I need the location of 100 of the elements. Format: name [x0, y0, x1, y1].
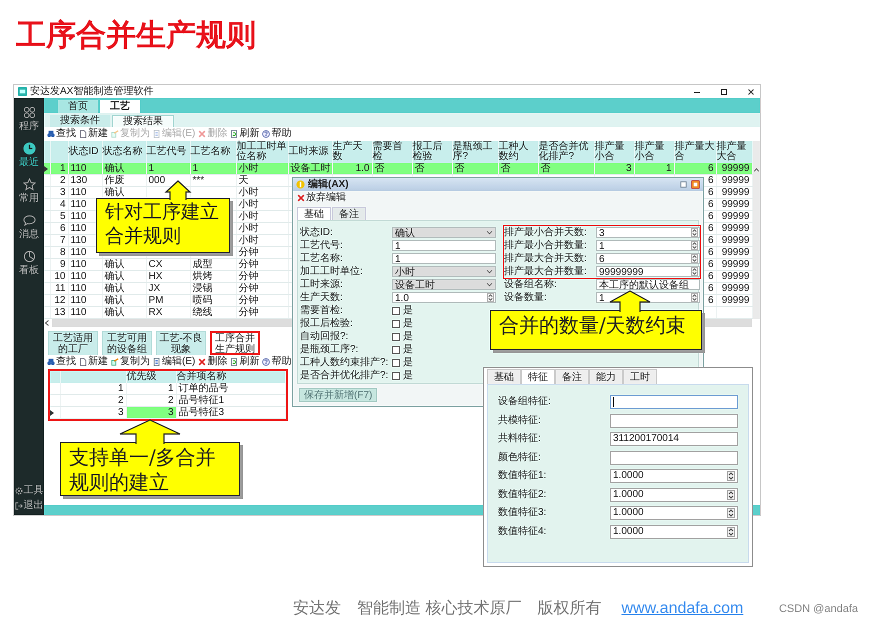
sidebar-item[interactable]: 最近: [19, 142, 39, 169]
table-cell: 否: [414, 163, 424, 174]
row-number: 4: [60, 199, 66, 210]
scroll-up-icon[interactable]: [752, 167, 760, 173]
checkbox[interactable]: [392, 306, 400, 314]
dropdown[interactable]: 确认: [392, 227, 496, 238]
tab[interactable]: 备注: [555, 369, 589, 384]
sidebar-item[interactable]: 退出: [14, 500, 44, 512]
row-number: 3: [118, 407, 124, 418]
field-label: 工种人数约束排产?:: [300, 356, 390, 368]
tab[interactable]: 基础: [297, 207, 331, 220]
toolbar-button[interactable]: 帮助: [262, 356, 292, 368]
sidebar-item[interactable]: 程序: [19, 106, 39, 133]
table-cell: 绕线: [192, 307, 212, 318]
help-icon: [262, 130, 270, 138]
toolbar-button[interactable]: 刷新: [230, 128, 260, 140]
input-field[interactable]: [610, 450, 738, 465]
column-header: 合并项名称: [176, 371, 226, 382]
table-cell: 6: [708, 175, 714, 186]
spin-field[interactable]: 1.0000: [610, 506, 738, 520]
field-label: 排产最大合并天数:: [504, 252, 588, 264]
table-cell: 小时: [238, 199, 258, 210]
dialog-title: 编辑(AX): [308, 178, 349, 190]
spin-field[interactable]: 6: [596, 253, 700, 264]
input-field[interactable]: 311200170014: [610, 432, 738, 446]
spin-field[interactable]: 1.0000: [610, 469, 738, 484]
table-cell: 6: [708, 271, 714, 282]
checkbox[interactable]: [392, 372, 400, 380]
spin-field[interactable]: 1.0000: [610, 524, 738, 539]
spin-field[interactable]: 1.0000: [610, 488, 738, 502]
checkbox-label: 是: [403, 356, 413, 368]
toolbar-button[interactable]: 查找: [47, 356, 76, 368]
tab[interactable]: 基础: [487, 369, 521, 384]
row-number: 10: [54, 271, 66, 282]
dropdown[interactable]: 设备工时: [392, 279, 496, 290]
help-icon: [262, 358, 270, 366]
checkbox[interactable]: [392, 358, 400, 366]
tab[interactable]: 首页: [58, 100, 98, 113]
row-number: 6: [60, 223, 66, 234]
toolbar-button[interactable]: 编辑(E): [153, 356, 196, 368]
input-field[interactable]: 1: [392, 253, 496, 264]
scroll-left-icon[interactable]: [44, 319, 52, 327]
table-row[interactable]: 1 1 订单的品号: [50, 383, 286, 394]
input-field[interactable]: 1: [392, 240, 496, 251]
copyright-text: 版权所有: [537, 599, 602, 619]
toolbar-button[interactable]: 查找: [47, 128, 76, 140]
tab[interactable]: 工时: [623, 369, 657, 384]
spin-field[interactable]: 1: [596, 240, 700, 251]
table-cell: 99999: [722, 259, 750, 270]
toolbar-button[interactable]: 帮助: [262, 128, 292, 140]
spin-field[interactable]: 1.0: [392, 292, 496, 303]
gear-icon: [14, 487, 22, 495]
sidebar-item[interactable]: 看板: [19, 250, 39, 277]
tab[interactable]: 搜索结果: [112, 115, 174, 127]
table-cell: 小时: [238, 223, 258, 234]
tab[interactable]: 备注: [332, 207, 366, 220]
field-label: 排产最小合并天数:: [504, 226, 588, 238]
sidebar-item[interactable]: 消息: [19, 214, 39, 241]
table-cell: 否: [374, 163, 384, 174]
input-field[interactable]: [610, 395, 738, 410]
tab[interactable]: 工艺可用的设备组: [102, 331, 152, 355]
tab[interactable]: 能力: [589, 369, 623, 384]
close-icon[interactable]: [746, 86, 756, 96]
table-row[interactable]: 3 3 品号特征3: [50, 406, 286, 418]
checkbox-label: 是: [403, 318, 413, 330]
restore-icon[interactable]: [679, 180, 688, 189]
sidebar-item[interactable]: 工具: [14, 485, 44, 497]
toolbar-button[interactable]: 刷新: [230, 356, 260, 368]
document-icon: [79, 358, 87, 366]
maximize-icon[interactable]: [719, 86, 729, 96]
edit-icon: [153, 130, 161, 138]
input-field[interactable]: 本工序的默认设备组: [596, 279, 700, 290]
tab[interactable]: 工序合并生产规则: [210, 331, 260, 355]
spin-field[interactable]: 99999999: [596, 266, 700, 277]
table-row[interactable]: 1 110 确认 1 1 小时 设备工时 1.0 否 否 否 否 否 3 1 6 99999: [44, 163, 752, 174]
input-field[interactable]: [610, 414, 738, 428]
table-cell: 1.0: [356, 163, 370, 174]
tab[interactable]: 工艺-不良现象: [156, 331, 206, 355]
sidebar-item[interactable]: 常用: [19, 178, 39, 205]
tab[interactable]: 工艺: [100, 100, 140, 113]
tab[interactable]: 搜索条件: [50, 115, 110, 127]
spin-field[interactable]: 3: [596, 227, 700, 238]
dropdown[interactable]: 小时: [392, 266, 496, 277]
table-cell: 130: [70, 175, 88, 186]
chevron-icon: [486, 282, 493, 287]
toolbar-button[interactable]: 新建: [79, 128, 108, 140]
field-label: 共模特征:: [498, 414, 542, 427]
checkbox[interactable]: [392, 346, 400, 354]
toolbar-button[interactable]: 新建: [79, 356, 108, 368]
tab[interactable]: 特征: [521, 369, 555, 384]
save-button[interactable]: 保存并新增(F7): [299, 388, 378, 402]
checkbox[interactable]: [392, 332, 400, 340]
refresh-icon: [230, 358, 238, 366]
checkbox[interactable]: [392, 320, 400, 328]
table-cell: 否: [500, 163, 510, 174]
table-row[interactable]: 2 2 品号特征1: [50, 394, 286, 406]
column-header: 是瓶颈工序?: [452, 141, 492, 162]
tab[interactable]: 工艺适用的工厂: [48, 331, 98, 355]
toolbar-button[interactable]: 复制为: [111, 356, 150, 368]
toolbar-button[interactable]: 删除: [198, 356, 228, 368]
